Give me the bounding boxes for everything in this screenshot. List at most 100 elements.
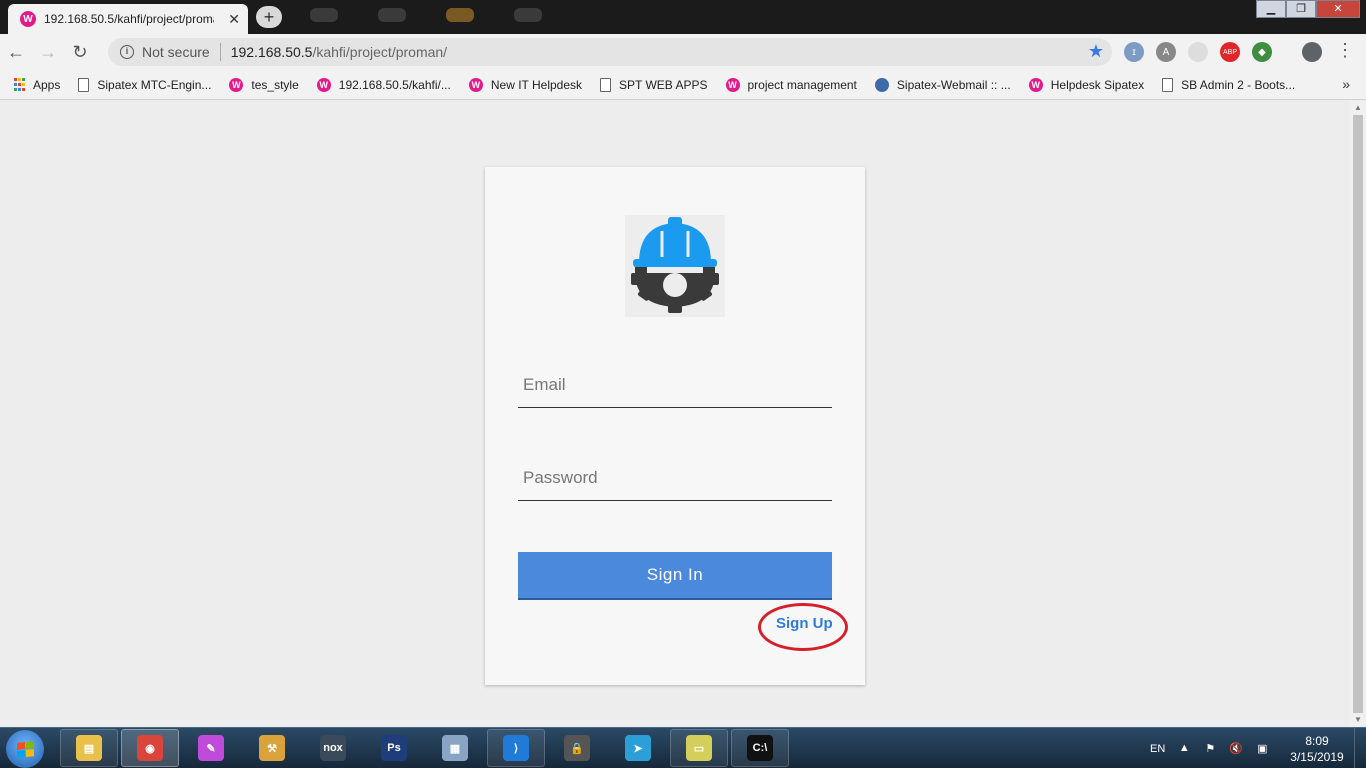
taskbar-item[interactable]: ◉ — [121, 729, 179, 767]
volume-muted-icon[interactable]: 🔇 — [1229, 742, 1243, 756]
background-tab[interactable] — [378, 8, 406, 22]
sign-in-button[interactable]: Sign In — [518, 552, 832, 598]
background-tabs — [310, 8, 610, 26]
browser-menu-icon[interactable]: ⋮ — [1336, 40, 1354, 61]
page-icon — [600, 77, 612, 92]
omnibox-divider — [219, 43, 221, 61]
bookmark-item[interactable]: W Helpdesk Sipatex — [1028, 77, 1145, 92]
page-scrollbar[interactable]: ▲ ▼ — [1350, 101, 1366, 727]
taskbar-item[interactable]: ▭ — [670, 729, 728, 767]
nox-icon: nox — [320, 735, 346, 761]
bookmark-item[interactable]: SB Admin 2 - Boots... — [1162, 77, 1296, 92]
taskbar-item[interactable]: Ps — [365, 729, 423, 767]
page-icon — [1162, 77, 1174, 92]
file-explorer-icon: ▤ — [76, 735, 102, 761]
url-path: /kahfi/project/proman/ — [312, 44, 448, 60]
password-input[interactable] — [518, 455, 832, 500]
system-clock[interactable]: 8:09 3/15/2019 — [1286, 733, 1348, 765]
wamp-icon: W — [316, 77, 331, 92]
url-host: 192.168.50.5 — [230, 44, 313, 60]
background-tab[interactable] — [446, 8, 474, 22]
bookmarks-overflow-icon[interactable]: » — [1342, 76, 1350, 92]
wamp-icon: W — [725, 77, 740, 92]
taskbar-item[interactable]: ▤ — [60, 729, 118, 767]
globe-icon — [874, 77, 889, 92]
scrollbar-thumb[interactable] — [1353, 115, 1363, 713]
action-center-flag-icon[interactable]: ⚑ — [1203, 742, 1217, 756]
bookmark-label: Sipatex MTC-Engin... — [97, 77, 212, 92]
taskbar-item[interactable]: ▦ — [426, 729, 484, 767]
hardhat-gear-icon — [631, 217, 719, 313]
extension-angular-icon[interactable]: A — [1156, 42, 1176, 62]
photoshop-icon: Ps — [381, 735, 407, 761]
page-viewport: Sign In Sign Up — [0, 101, 1350, 727]
email-field-wrapper — [518, 362, 832, 408]
language-indicator[interactable]: EN — [1150, 743, 1165, 755]
sign-up-link[interactable]: Sign Up — [776, 615, 833, 632]
close-tab-icon[interactable]: ✕ — [228, 11, 240, 28]
command-prompt-icon: C:\ — [747, 735, 773, 761]
new-tab-button[interactable]: + — [256, 6, 282, 28]
taskbar-item[interactable]: ⚒ — [243, 729, 301, 767]
bookmark-item[interactable]: W New IT Helpdesk — [468, 77, 582, 92]
extension-3-icon[interactable] — [1188, 42, 1208, 62]
extension-1-icon[interactable]: ɪ — [1124, 42, 1144, 62]
bookmark-item[interactable]: Sipatex-Webmail :: ... — [874, 77, 1011, 92]
browser-tab-active[interactable]: W 192.168.50.5/kahfi/project/proman/ ✕ — [8, 4, 248, 34]
tools-icon: ⚒ — [259, 735, 285, 761]
scroll-down-arrow-icon[interactable]: ▼ — [1354, 715, 1362, 724]
bookmark-label: SB Admin 2 - Boots... — [1181, 77, 1296, 92]
show-hidden-icons-icon[interactable]: ▲ — [1177, 742, 1191, 756]
bookmark-label: Apps — [33, 77, 61, 92]
browser-toolbar: ← → ↻ i Not secure 192.168.50.5/kahfi/pr… — [0, 34, 1366, 70]
visual-studio-code-icon: ⟩ — [503, 735, 529, 761]
url-text[interactable]: 192.168.50.5/kahfi/project/proman/ — [231, 44, 447, 60]
windows-logo-icon — [16, 740, 34, 758]
info-icon[interactable]: i — [120, 45, 134, 59]
window-controls: ▁ ❐ ✕ — [1256, 0, 1360, 18]
bookmark-item[interactable]: Wtes_style — [229, 77, 299, 92]
scroll-up-arrow-icon[interactable]: ▲ — [1354, 103, 1362, 112]
taskbar-item[interactable]: nox — [304, 729, 362, 767]
bookmark-item[interactable]: Wproject management — [725, 77, 857, 92]
taskbar-item[interactable]: ➤ — [609, 729, 667, 767]
bookmark-item[interactable]: W 192.168.50.5/kahfi/... — [316, 77, 451, 92]
profile-avatar-icon[interactable] — [1302, 42, 1322, 62]
forward-button[interactable]: → — [32, 36, 64, 68]
maximize-button[interactable]: ❐ — [1286, 0, 1316, 18]
bookmark-label: Sipatex-Webmail :: ... — [896, 77, 1011, 92]
hardhat-gear-logo — [625, 215, 725, 317]
network-icon[interactable]: ▣ — [1255, 742, 1269, 756]
bookmark-item[interactable]: Sipatex MTC-Engin... — [78, 77, 212, 92]
adblock-plus-icon[interactable]: ABP — [1220, 42, 1240, 62]
taskbar-item[interactable]: C:\ — [731, 729, 789, 767]
extension-5-icon[interactable]: ◆ — [1252, 42, 1272, 62]
bookmark-label: Helpdesk Sipatex — [1050, 77, 1145, 92]
background-tab[interactable] — [514, 8, 542, 22]
bookmark-star-icon[interactable]: ★ — [1088, 41, 1104, 62]
apps-grid-icon — [14, 78, 25, 92]
tab-title: 192.168.50.5/kahfi/project/proman/ — [44, 12, 214, 26]
telegram-icon: ➤ — [625, 735, 651, 761]
security-status[interactable]: Not secure — [142, 44, 210, 60]
start-button[interactable] — [6, 730, 44, 768]
email-input[interactable] — [518, 362, 832, 407]
bookmark-item[interactable]: SPT WEB APPS — [600, 77, 708, 92]
bookmark-label: SPT WEB APPS — [619, 77, 708, 92]
taskbar-item[interactable]: ✎ — [182, 729, 240, 767]
address-bar[interactable]: i Not secure 192.168.50.5/kahfi/project/… — [108, 38, 1112, 66]
bookmark-label: tes_style — [251, 77, 299, 92]
close-window-button[interactable]: ✕ — [1316, 0, 1360, 18]
reload-button[interactable]: ↻ — [64, 36, 96, 68]
taskbar-item[interactable]: ⟩ — [487, 729, 545, 767]
chrome-icon: ◉ — [137, 735, 163, 761]
bookmark-apps[interactable]: Apps — [14, 78, 60, 92]
background-tab[interactable] — [310, 8, 338, 22]
bookmark-label: 192.168.50.5/kahfi/... — [338, 77, 451, 92]
back-button[interactable]: ← — [0, 36, 32, 68]
password-field-wrapper — [518, 455, 832, 501]
taskbar-item[interactable]: 🔒 — [548, 729, 606, 767]
minimize-button[interactable]: ▁ — [1256, 0, 1286, 18]
paint-icon: ✎ — [198, 735, 224, 761]
show-desktop-button[interactable] — [1354, 728, 1366, 768]
